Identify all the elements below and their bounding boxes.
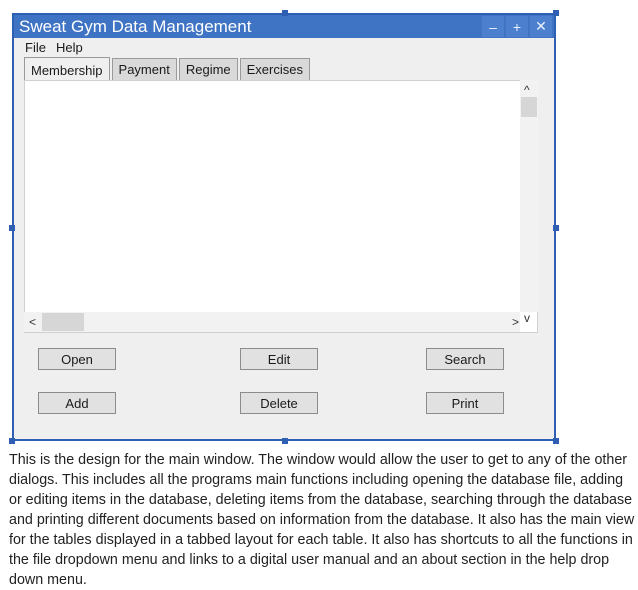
tab-payment[interactable]: Payment [111, 58, 177, 80]
vertical-scroll-thumb[interactable] [521, 97, 537, 117]
menu-help[interactable]: Help [56, 40, 83, 55]
resize-handle-bottom-left[interactable] [9, 438, 15, 444]
close-button[interactable]: ✕ [530, 16, 552, 37]
delete-button[interactable]: Delete [240, 392, 318, 414]
scroll-right-icon[interactable]: > [512, 316, 519, 328]
minimize-button[interactable]: – [482, 16, 504, 37]
main-window: Sweat Gym Data Management – + ✕ File Hel… [12, 13, 556, 441]
resize-handle-top-right[interactable] [553, 10, 559, 16]
tab-exercises[interactable]: Exercises [239, 58, 310, 80]
tab-membership[interactable]: Membership [24, 57, 110, 82]
title-bar[interactable]: Sweat Gym Data Management – + ✕ [14, 15, 554, 38]
resize-handle-top[interactable] [282, 10, 288, 16]
vertical-scrollbar[interactable]: ^ [520, 80, 538, 312]
tab-bar: Membership Payment Regime Exercises [24, 57, 310, 82]
window-controls: – + ✕ [482, 16, 552, 37]
resize-handle-bottom-right[interactable] [553, 438, 559, 444]
resize-handle-left[interactable] [9, 225, 15, 231]
print-button[interactable]: Print [426, 392, 504, 414]
open-button[interactable]: Open [38, 348, 116, 370]
horizontal-scrollbar[interactable]: < > [24, 312, 520, 332]
design-description: This is the design for the main window. … [9, 452, 635, 588]
search-button[interactable]: Search [426, 348, 504, 370]
horizontal-scroll-thumb[interactable] [42, 313, 84, 331]
window-title: Sweat Gym Data Management [19, 17, 252, 36]
add-button[interactable]: Add [38, 392, 116, 414]
scroll-left-icon[interactable]: < [29, 316, 36, 328]
tab-regime[interactable]: Regime [178, 58, 238, 80]
edit-button[interactable]: Edit [240, 348, 318, 370]
table-view[interactable] [24, 80, 538, 333]
resize-handle-bottom[interactable] [282, 438, 288, 444]
scroll-up-icon[interactable]: ^ [524, 84, 530, 96]
menu-bar: File Help [25, 40, 83, 55]
menu-file[interactable]: File [25, 40, 46, 55]
scroll-down-icon[interactable]: v [524, 312, 530, 324]
resize-handle-right[interactable] [553, 225, 559, 231]
maximize-button[interactable]: + [506, 16, 528, 37]
